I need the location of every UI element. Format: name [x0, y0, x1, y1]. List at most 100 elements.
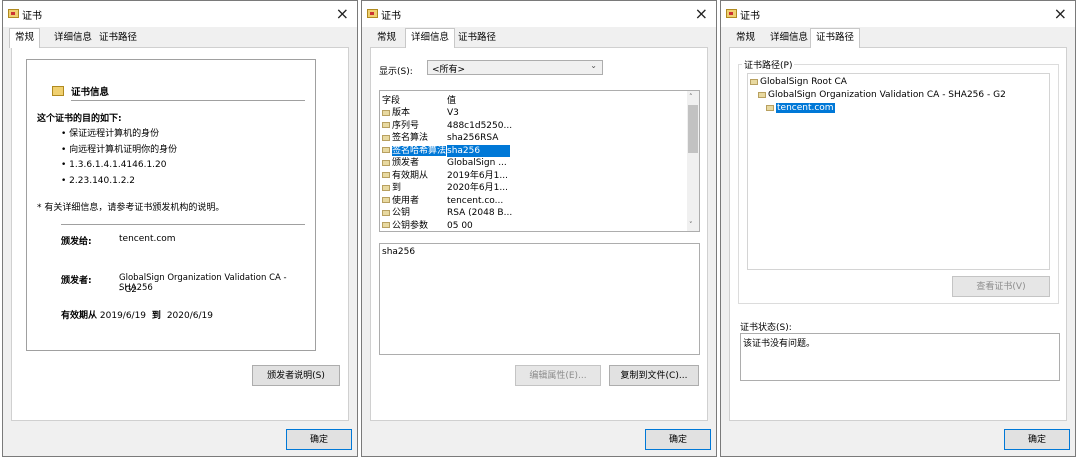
title-bar: 证书 ×: [3, 1, 357, 27]
table-row[interactable]: 签名哈希算法 sha256: [380, 144, 686, 157]
cert-path-group-label: 证书路径(P): [742, 58, 795, 71]
detail-value-text: sha256: [382, 247, 416, 257]
cert-status-label: 证书状态(S):: [740, 323, 792, 333]
field-value: RSA (2048 B...: [447, 208, 513, 218]
certificate-window-general: 证书 × 常规 详细信息 证书路径 证书信息 这个证书的目的如下: • 保证远程…: [2, 0, 358, 457]
field-name: 到: [392, 183, 402, 193]
valid-to: 2020/6/19: [166, 311, 213, 321]
ok-button[interactable]: 确定: [1004, 429, 1070, 450]
field-name: 使用者: [392, 195, 420, 206]
detail-note: * 有关详细信息，请参考证书颁发机构的说明。: [37, 203, 225, 213]
list-item: • 1.3.6.1.4.1.4146.1.20: [61, 160, 167, 170]
scroll-down-icon[interactable]: ˅: [689, 221, 693, 229]
field-value: 05 00: [447, 220, 473, 231]
field-name: 序列号: [392, 120, 420, 131]
certificate-icon: [367, 9, 378, 18]
field-value: sha256RSA: [447, 133, 499, 143]
field-list: 字段 值 版本 V3 序列号 488c1d5250... 签名算法 sha256RSA 签名…: [379, 90, 700, 232]
field-name: 颁发者: [392, 158, 420, 168]
cert-path-tree: GlobalSign Root CA GlobalSign Organizati…: [747, 73, 1050, 270]
table-row[interactable]: 颁发者 GlobalSign ...: [380, 157, 686, 170]
field-icon: [382, 197, 390, 203]
tab-cert-path[interactable]: 证书路径: [810, 28, 861, 48]
certificate-icon: [766, 104, 774, 111]
valid-from: 2019/6/19: [99, 311, 147, 321]
tab-general[interactable]: 常规: [372, 29, 401, 46]
certificate-window-path: 证书 × 常规 详细信息 证书路径 证书路径(P) GlobalSign Roo…: [720, 0, 1076, 457]
tree-node-root[interactable]: GlobalSign Root CA: [750, 77, 847, 87]
title-bar: 证书 ×: [721, 1, 1075, 27]
scrollbar-thumb[interactable]: [688, 105, 698, 153]
divider: [61, 224, 305, 225]
validity-row: 有效期从 2019/6/19 到 2020/6/19: [61, 308, 213, 321]
field-icon: [382, 222, 390, 228]
field-name: 签名算法: [392, 133, 429, 143]
certificate-icon: [8, 9, 19, 18]
tab-general[interactable]: 常规: [9, 28, 41, 48]
field-icon: [382, 134, 390, 141]
field-icon: [382, 184, 390, 191]
cert-status-textbox[interactable]: 该证书没有问题。: [740, 333, 1060, 381]
tab-general[interactable]: 常规: [731, 29, 760, 46]
list-item: • 向远程计算机证明你的身份: [61, 144, 178, 155]
col-value-header[interactable]: 值: [447, 93, 456, 106]
edit-properties-button[interactable]: 编辑属性(E)...: [515, 365, 601, 386]
issued-to-value: tencent.com: [119, 234, 176, 244]
issuer-statement-button[interactable]: 颁发者说明(S): [252, 365, 340, 386]
field-name: 公钥参数: [392, 220, 429, 231]
tab-cert-path[interactable]: 证书路径: [94, 29, 142, 46]
detail-value-textbox[interactable]: sha256: [379, 243, 700, 355]
certificate-window-details: 证书 × 常规 详细信息 证书路径 显示(S): <所有> ⌄ 字段 值 版本 V…: [361, 0, 717, 457]
issued-by-value-cont: - G2: [119, 285, 137, 295]
tab-cert-path[interactable]: 证书路径: [453, 29, 501, 46]
close-icon[interactable]: ×: [1054, 4, 1067, 23]
tree-node-intermediate[interactable]: GlobalSign Organization Validation CA - …: [758, 90, 1006, 100]
tab-details[interactable]: 详细信息: [405, 28, 456, 48]
purpose-heading: 这个证书的目的如下:: [37, 114, 122, 124]
table-row[interactable]: 公钥 RSA (2048 B...: [380, 207, 686, 220]
show-select[interactable]: <所有> ⌄: [427, 60, 603, 75]
field-name: 版本: [392, 108, 411, 118]
field-value: 488c1d5250...: [447, 120, 513, 131]
tree-node-leaf[interactable]: tencent.com: [766, 103, 835, 113]
valid-label: 有效期从: [61, 311, 98, 321]
close-icon[interactable]: ×: [336, 4, 349, 23]
table-row[interactable]: 使用者 tencent.co...: [380, 195, 686, 208]
window-title: 证书: [22, 11, 42, 22]
table-row[interactable]: 签名算法 sha256RSA: [380, 132, 686, 145]
chevron-down-icon: ⌄: [590, 61, 597, 70]
field-value: 2020年6月1...: [447, 183, 508, 193]
title-bar: 证书 ×: [362, 1, 716, 27]
field-value: 2019年6月1...: [447, 170, 508, 181]
list-item: • 2.23.140.1.2.2: [61, 175, 136, 186]
field-icon: [382, 159, 390, 166]
view-certificate-button[interactable]: 查看证书(V): [952, 276, 1050, 297]
window-title: 证书: [740, 11, 760, 22]
scroll-up-icon[interactable]: ˄: [689, 93, 693, 101]
tab-details[interactable]: 详细信息: [765, 29, 813, 46]
table-row[interactable]: 序列号 488c1d5250...: [380, 120, 686, 133]
issued-to-label: 颁发给:: [61, 237, 92, 247]
tab-details[interactable]: 详细信息: [49, 29, 97, 46]
table-row[interactable]: 公钥参数 05 00: [380, 220, 686, 232]
table-row[interactable]: 版本 V3: [380, 107, 686, 120]
cert-status-text: 该证书没有问题。: [743, 339, 816, 349]
valid-to-label: 到: [151, 311, 161, 321]
cert-info-box: 证书信息 这个证书的目的如下: • 保证远程计算机的身份 • 向远程计算机证明你…: [26, 59, 316, 351]
field-icon: [382, 172, 390, 178]
field-icon: [382, 109, 390, 116]
ok-button[interactable]: 确定: [645, 429, 711, 450]
show-label: 显示(S):: [379, 67, 413, 77]
field-name: 有效期从: [392, 170, 429, 181]
copy-to-file-button[interactable]: 复制到文件(C)...: [609, 365, 699, 386]
path-panel: 证书路径(P) GlobalSign Root CA GlobalSign Or…: [729, 47, 1067, 421]
table-row[interactable]: 到 2020年6月1...: [380, 182, 686, 195]
table-row[interactable]: 有效期从 2019年6月1...: [380, 170, 686, 183]
close-icon[interactable]: ×: [695, 4, 708, 23]
certificate-icon: [726, 9, 737, 18]
scrollbar[interactable]: ˄ ˅: [687, 91, 699, 231]
ok-button[interactable]: 确定: [286, 429, 352, 450]
field-value: sha256: [447, 144, 511, 157]
show-select-value: <所有>: [432, 65, 466, 75]
col-field-header[interactable]: 字段: [382, 93, 400, 106]
